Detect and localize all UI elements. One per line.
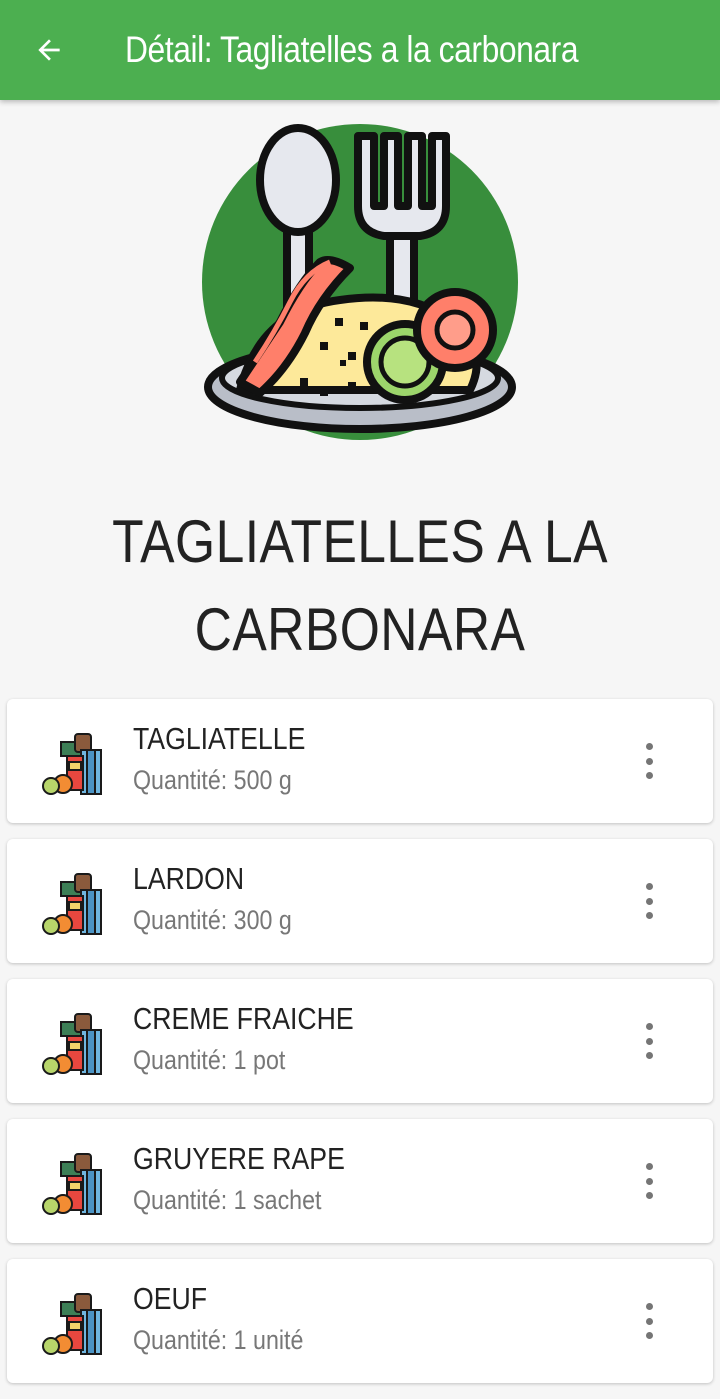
ingredient-name: GRUYERE RAPE <box>133 1141 345 1176</box>
more-vert-icon[interactable] <box>637 883 661 919</box>
more-vert-icon[interactable] <box>637 1163 661 1199</box>
groceries-icon <box>42 1013 102 1075</box>
ingredient-list: TAGLIATELLE Quantité: 500 g LARDON Quant… <box>7 699 713 1399</box>
arrow-left-icon <box>38 39 60 61</box>
ingredient-name: LARDON <box>133 861 245 896</box>
ingredient-quantity: Quantité: 300 g <box>133 905 292 935</box>
more-vert-icon[interactable] <box>637 743 661 779</box>
recipe-title-line1: TAGLIATELLES A LA <box>112 508 608 575</box>
recipe-title-line2: CARBONARA <box>194 596 526 663</box>
groceries-icon <box>42 873 102 935</box>
recipe-title: TAGLIATELLES A LA CARBONARA <box>50 498 669 674</box>
ingredient-quantity: Quantité: 1 pot <box>133 1045 286 1075</box>
ingredient-quantity: Quantité: 500 g <box>133 765 292 795</box>
ingredient-card[interactable]: OEUF Quantité: 1 unité <box>7 1259 713 1383</box>
more-vert-icon[interactable] <box>637 1023 661 1059</box>
groceries-icon <box>42 733 102 795</box>
ingredient-name: OEUF <box>133 1281 208 1316</box>
groceries-icon <box>42 1153 102 1215</box>
more-vert-icon[interactable] <box>637 1303 661 1339</box>
ingredient-name: TAGLIATELLE <box>133 721 306 756</box>
page-title: Détail: Tagliatelles a la carbonara <box>125 29 579 70</box>
ingredient-card[interactable]: GRUYERE RAPE Quantité: 1 sachet <box>7 1119 713 1243</box>
app-bar: Détail: Tagliatelles a la carbonara <box>0 0 720 100</box>
back-button[interactable] <box>25 26 73 74</box>
ingredient-quantity: Quantité: 1 unité <box>133 1325 304 1355</box>
ingredient-quantity: Quantité: 1 sachet <box>133 1185 322 1215</box>
ingredient-card[interactable]: CREME FRAICHE Quantité: 1 pot <box>7 979 713 1103</box>
plate-with-pasta-spoon-fork-icon <box>202 124 518 440</box>
groceries-icon <box>42 1293 102 1355</box>
ingredient-name: CREME FRAICHE <box>133 1001 354 1036</box>
ingredient-card[interactable]: LARDON Quantité: 300 g <box>7 839 713 963</box>
ingredient-card[interactable]: TAGLIATELLE Quantité: 500 g <box>7 699 713 823</box>
